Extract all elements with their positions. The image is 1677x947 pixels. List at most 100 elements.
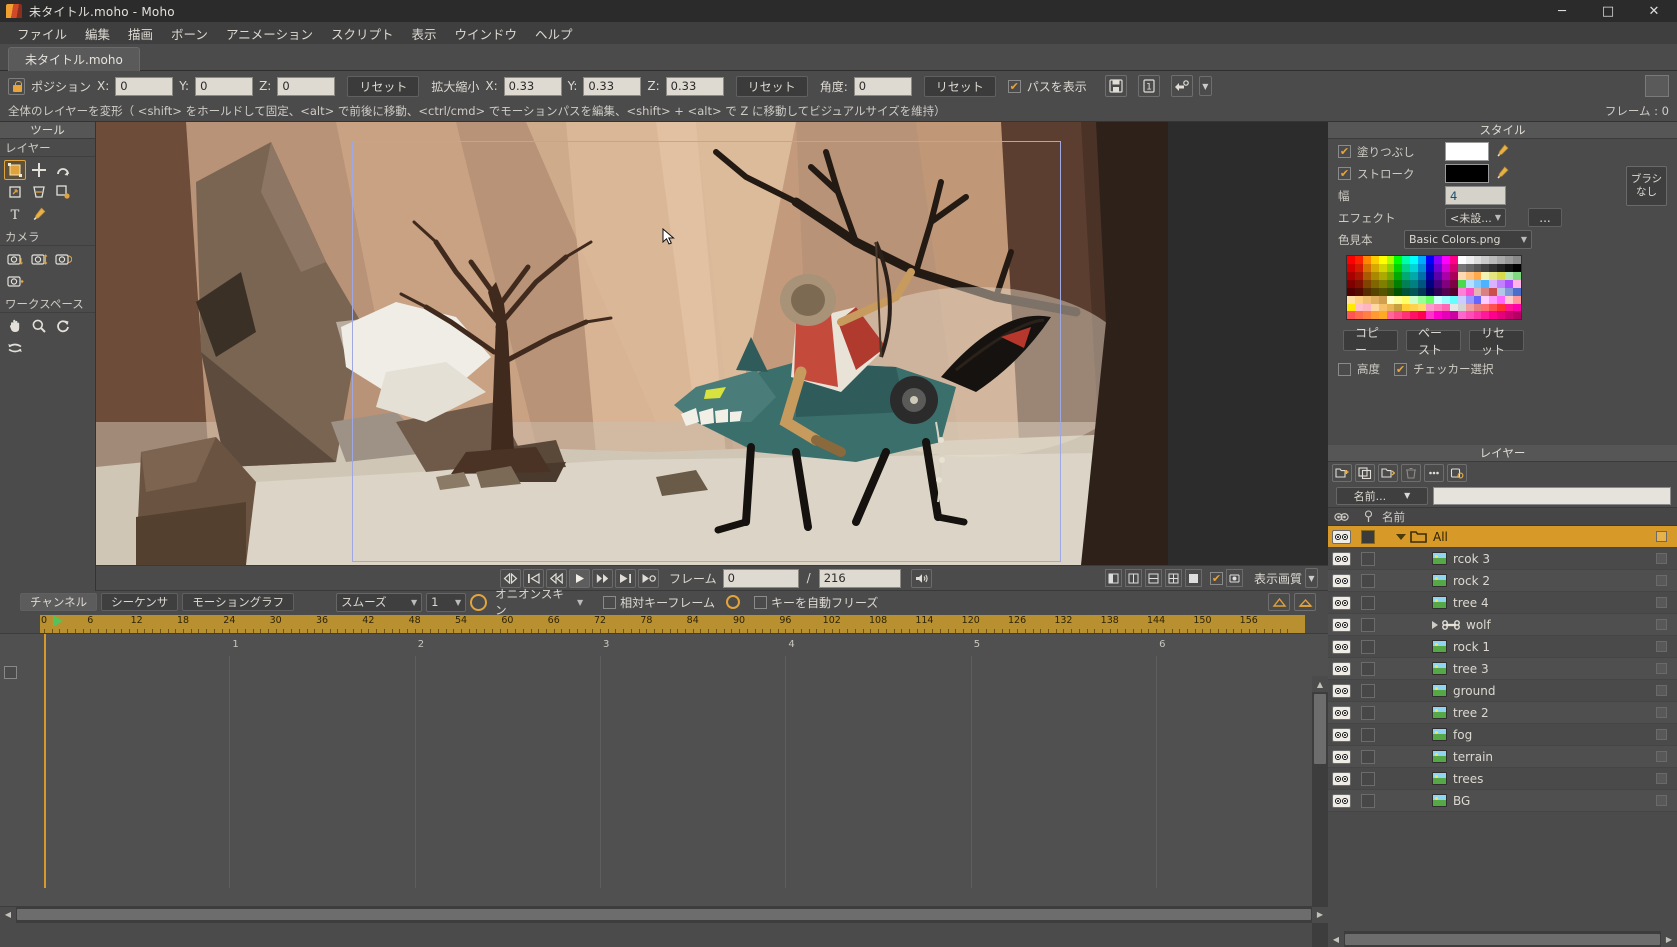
palette-swatch[interactable] (1387, 304, 1395, 312)
palette-swatch[interactable] (1347, 288, 1355, 296)
palette-swatch[interactable] (1513, 272, 1521, 280)
freeze-key-icon[interactable] (726, 595, 740, 609)
palette-swatch[interactable] (1434, 256, 1442, 264)
close-button[interactable]: ✕ (1631, 0, 1677, 22)
palette-swatch[interactable] (1379, 264, 1387, 272)
layer-color-chip[interactable] (1656, 597, 1667, 608)
text-icon[interactable]: T (4, 204, 26, 224)
layer-color-chip[interactable] (1656, 795, 1667, 806)
palette-swatch[interactable] (1458, 264, 1466, 272)
save-snapshot-button[interactable] (1105, 75, 1127, 97)
palette-swatch[interactable] (1426, 296, 1434, 304)
layer-row[interactable]: rock 1 (1328, 636, 1677, 658)
layer-color-chip[interactable] (1656, 685, 1667, 696)
palette-swatch[interactable] (1355, 296, 1363, 304)
relative-keyframe-checkbox[interactable] (603, 596, 616, 609)
layer-lock-toggle[interactable] (1354, 552, 1382, 566)
palette-swatch[interactable] (1513, 264, 1521, 272)
position-x-input[interactable]: 0 (115, 77, 173, 96)
palette-swatch[interactable] (1355, 256, 1363, 264)
palette-swatch[interactable] (1402, 280, 1410, 288)
layer-lock-toggle[interactable] (1354, 794, 1382, 808)
menu-window[interactable]: ウインドウ (445, 22, 526, 45)
layer-color-chip[interactable] (1656, 707, 1667, 718)
palette-swatch[interactable] (1394, 256, 1402, 264)
playback-first-frame-button[interactable] (523, 569, 544, 588)
position-y-input[interactable]: 0 (195, 77, 253, 96)
palette-swatch[interactable] (1513, 288, 1521, 296)
palette-swatch[interactable] (1458, 272, 1466, 280)
scale-y-input[interactable]: 0.33 (583, 77, 641, 96)
palette-swatch[interactable] (1434, 272, 1442, 280)
palette-swatch[interactable] (1489, 288, 1497, 296)
palette-swatch[interactable] (1402, 272, 1410, 280)
palette-swatch[interactable] (1363, 288, 1371, 296)
palette-swatch[interactable] (1363, 311, 1371, 319)
menu-help[interactable]: ヘルプ (526, 22, 582, 45)
layer-visibility-toggle[interactable] (1328, 706, 1354, 720)
palette-swatch[interactable] (1466, 311, 1474, 319)
stroke-eyedropper-icon[interactable] (1495, 165, 1510, 182)
layer-color-chip[interactable] (1656, 729, 1667, 740)
palette-swatch[interactable] (1505, 280, 1513, 288)
palette-swatch[interactable] (1355, 264, 1363, 272)
palette-swatch[interactable] (1379, 311, 1387, 319)
palette-swatch[interactable] (1347, 256, 1355, 264)
palette-swatch[interactable] (1402, 264, 1410, 272)
palette-swatch[interactable] (1394, 264, 1402, 272)
fill-eyedropper-icon[interactable] (1495, 143, 1510, 160)
vertical-scroll-thumb[interactable] (1314, 694, 1326, 764)
palette-swatch[interactable] (1387, 256, 1395, 264)
palette-swatch[interactable] (1418, 304, 1426, 312)
effect-more-button[interactable]: ... (1528, 208, 1562, 227)
palette-swatch[interactable] (1442, 256, 1450, 264)
layer-lock-toggle[interactable] (1354, 684, 1382, 698)
layer-color-chip[interactable] (1656, 553, 1667, 564)
palette-swatch[interactable] (1489, 264, 1497, 272)
palette-swatch[interactable] (1347, 304, 1355, 312)
palette-swatch[interactable] (1442, 288, 1450, 296)
layers-horizontal-scrollbar[interactable]: ◀ ▶ (1328, 931, 1677, 947)
palette-swatch[interactable] (1418, 272, 1426, 280)
new-layer-icon[interactable] (1332, 464, 1352, 482)
lock-icon[interactable] (8, 78, 25, 95)
palette-swatch[interactable] (1505, 311, 1513, 319)
layer-color-chip[interactable] (1656, 619, 1667, 630)
layer-visibility-toggle[interactable] (1328, 662, 1354, 676)
palette-swatch[interactable] (1442, 304, 1450, 312)
palette-swatch[interactable] (1450, 296, 1458, 304)
minimize-button[interactable]: ─ (1539, 0, 1585, 22)
palette-swatch[interactable] (1402, 256, 1410, 264)
layer-visibility-toggle[interactable] (1328, 772, 1354, 786)
copy-button[interactable]: コピー (1343, 330, 1398, 351)
palette-swatch[interactable] (1481, 256, 1489, 264)
duplicate-layer-icon[interactable] (1355, 464, 1375, 482)
camera-zoom-icon[interactable] (28, 249, 50, 269)
flip-tool-dropdown[interactable]: ▼ (1199, 76, 1212, 96)
layer-visibility-toggle[interactable] (1328, 728, 1354, 742)
layer-lock-toggle[interactable] (1354, 574, 1382, 588)
palette-swatch[interactable] (1355, 280, 1363, 288)
layers-scroll-thumb[interactable] (1345, 934, 1660, 945)
playback-play-to-end-button[interactable] (638, 569, 659, 588)
layers-scroll-right-button[interactable]: ▶ (1661, 931, 1677, 947)
layer-row[interactable]: rock 2 (1328, 570, 1677, 592)
palette-swatch[interactable] (1489, 304, 1497, 312)
stroke-color-swatch[interactable] (1445, 164, 1489, 183)
scroll-right-button[interactable]: ▶ (1312, 907, 1328, 923)
palette-swatch[interactable] (1481, 264, 1489, 272)
chevron-down-icon[interactable] (1396, 534, 1406, 540)
palette-swatch[interactable] (1347, 311, 1355, 319)
palette-swatch[interactable] (1442, 311, 1450, 319)
palette-swatch[interactable] (1442, 272, 1450, 280)
palette-swatch[interactable] (1513, 280, 1521, 288)
camera-track-icon[interactable] (4, 249, 26, 269)
palette-swatch[interactable] (1474, 280, 1482, 288)
tab-sequencer[interactable]: シーケンサ (101, 593, 178, 611)
reset-position-button[interactable]: リセット (347, 76, 419, 97)
camera-pan-tilt-icon[interactable] (4, 271, 26, 291)
show-path-checkbox[interactable] (1008, 80, 1021, 93)
palette-swatch[interactable] (1434, 296, 1442, 304)
palette-swatch[interactable] (1458, 280, 1466, 288)
palette-swatch[interactable] (1410, 280, 1418, 288)
